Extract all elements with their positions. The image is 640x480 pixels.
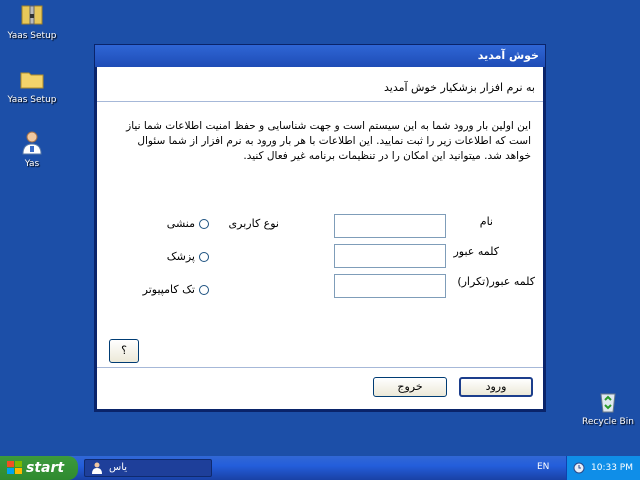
start-label: start (26, 460, 65, 476)
dialog-titlebar[interactable]: خوش آمدید (95, 45, 545, 67)
radio-label: تک کامپیوتر (142, 283, 195, 296)
desktop-icon-yas[interactable]: Yas (0, 130, 64, 169)
desktop-icon-recycle-bin[interactable]: Recycle Bin (576, 388, 640, 427)
desktop-icon-yaas-setup-folder[interactable]: Yaas Setup (0, 66, 64, 105)
windows-flag-icon (7, 461, 22, 474)
desktop-icon-label: Yaas Setup (7, 31, 57, 41)
welcome-dialog: خوش آمدید به نرم افزار بزشکیار خوش آمدید… (94, 44, 546, 412)
system-tray: 10:33 PM (566, 456, 640, 480)
taskbar-item-yas[interactable]: یاس (84, 459, 212, 477)
desktop-icon-yaas-setup-zip[interactable]: Yaas Setup (0, 2, 64, 41)
radio-doctor[interactable]: پزشک (167, 250, 209, 263)
password-input[interactable] (334, 244, 446, 268)
folder-icon (20, 72, 44, 89)
radio-label: منشی (166, 217, 195, 230)
name-label: نام (479, 215, 493, 228)
taskbar: start یاس EN 10:33 PM (0, 456, 640, 480)
zip-folder-icon (21, 5, 43, 25)
welcome-heading: به نرم افزار بزشکیار خوش آمدید (383, 81, 535, 94)
recycle-bin-icon (600, 393, 616, 413)
header-divider (97, 101, 543, 102)
taskbar-item-label: یاس (109, 462, 128, 473)
user-type-label: نوع کاربری (228, 217, 279, 230)
radio-label: پزشک (166, 250, 195, 263)
radio-circle[interactable] (199, 251, 209, 262)
intro-text: این اولین بار ورود شما به این سیستم است … (126, 120, 531, 162)
tray-app-icon[interactable] (573, 462, 585, 474)
dialog-title: خوش آمدید (477, 49, 539, 62)
name-input[interactable] (334, 214, 446, 238)
dialog-body: به نرم افزار بزشکیار خوش آمدید این اولین… (97, 67, 543, 409)
desktop-icon-label: Yas (24, 159, 40, 169)
start-button[interactable]: start (0, 456, 78, 480)
language-indicator[interactable]: EN (537, 462, 549, 472)
password-repeat-label: کلمه عبور(تکرار) (457, 275, 535, 288)
radio-circle[interactable] (199, 218, 209, 229)
password-repeat-input[interactable] (334, 274, 446, 298)
radio-secretary[interactable]: منشی (167, 217, 209, 230)
desktop-icon-label: Recycle Bin (582, 417, 634, 427)
doctor-user-icon (92, 462, 102, 474)
exit-button[interactable]: خروج (373, 377, 447, 397)
clock[interactable]: 10:33 PM (591, 456, 633, 480)
help-button[interactable]: ؟ (109, 339, 139, 363)
radio-circle[interactable] (199, 284, 209, 295)
doctor-user-icon (22, 131, 42, 155)
desktop-icon-label: Yaas Setup (7, 95, 57, 105)
login-button[interactable]: ورود (459, 377, 533, 397)
password-label: کلمه عبور (453, 245, 499, 258)
radio-single-computer[interactable]: تک کامپیوتر (143, 283, 209, 296)
footer-divider (97, 367, 543, 368)
